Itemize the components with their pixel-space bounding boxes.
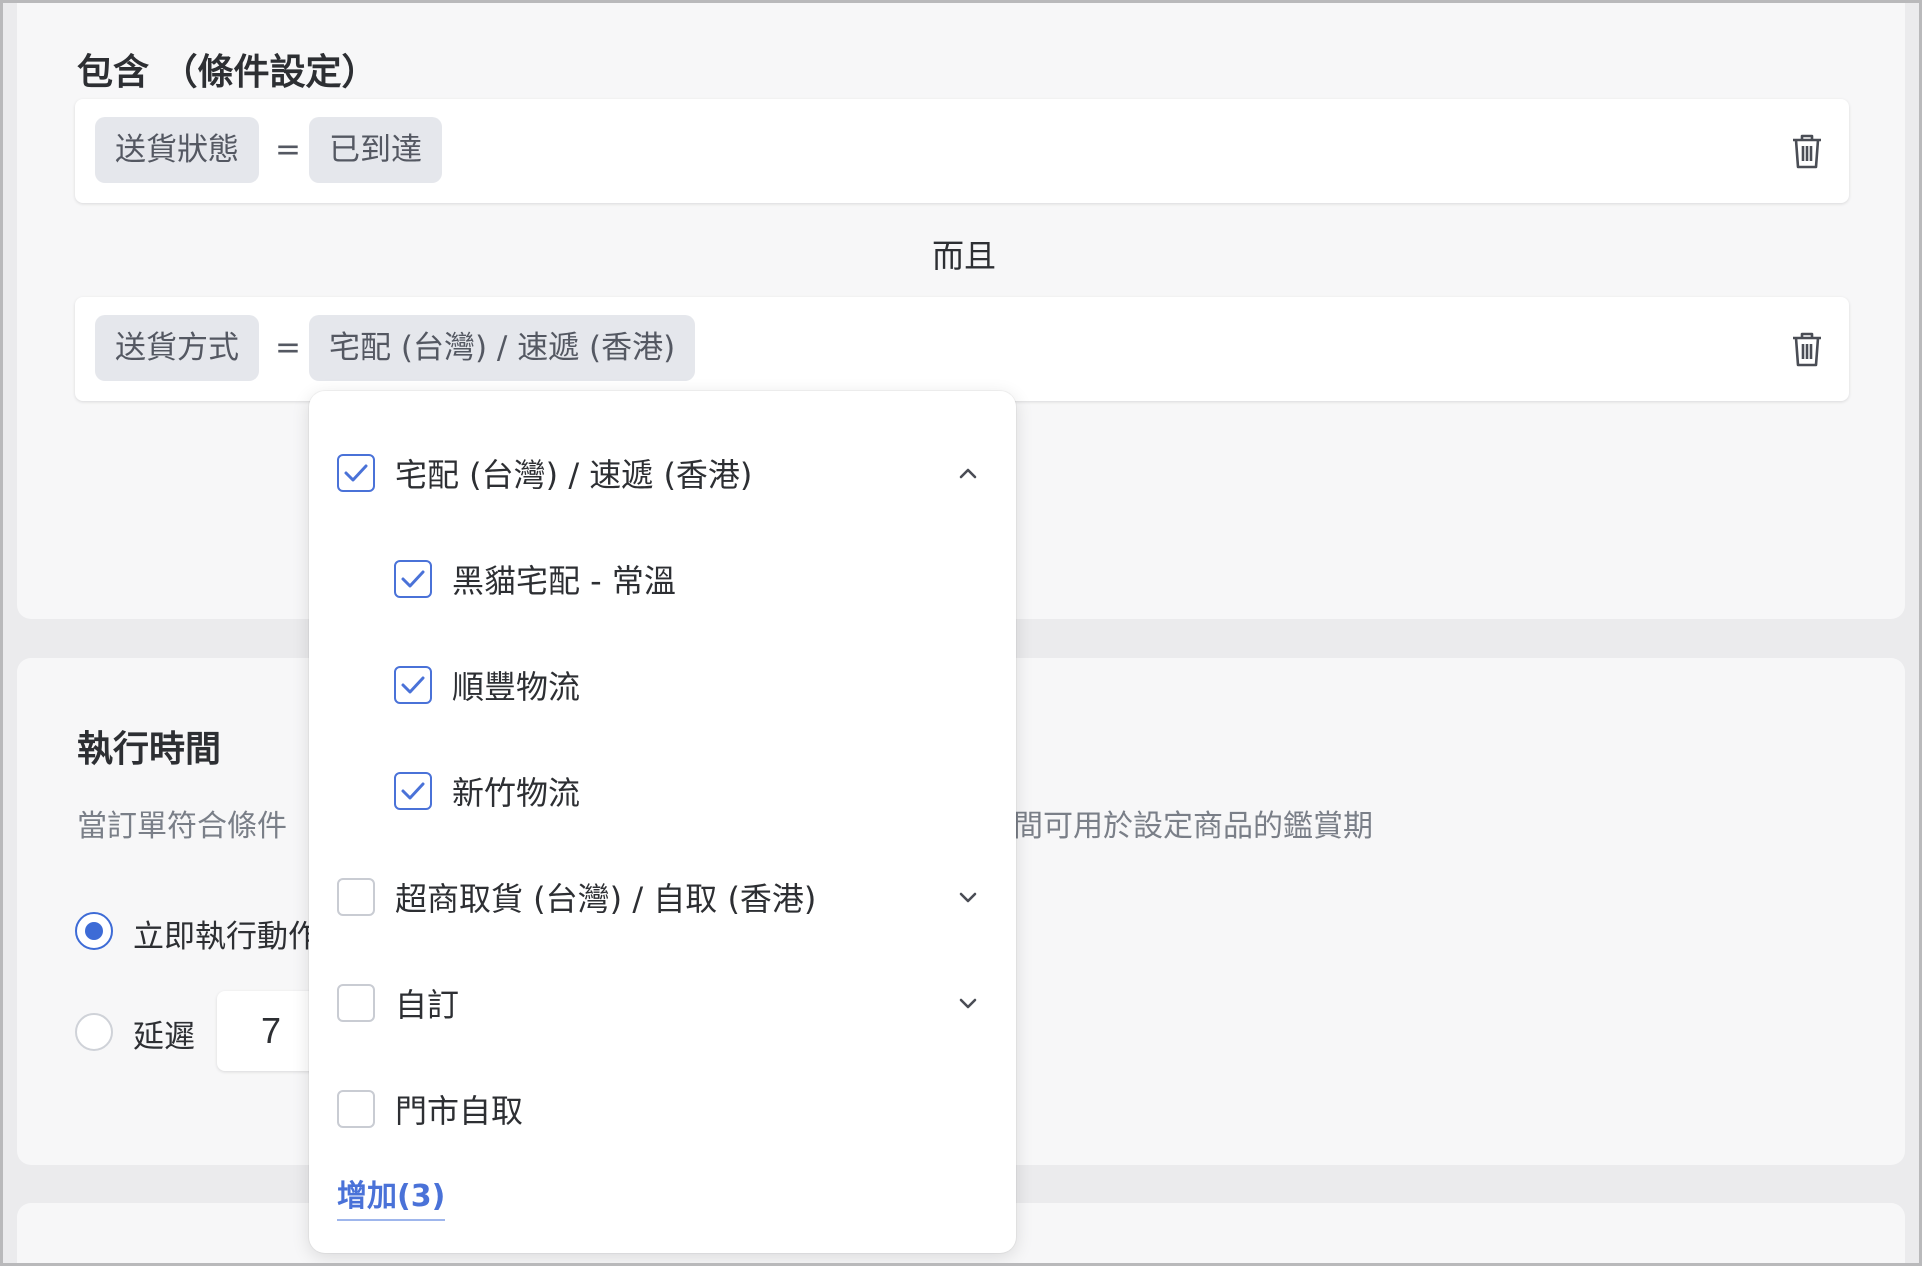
execution-description: 當訂單符合條件 [77, 809, 287, 844]
dropdown-group-custom[interactable]: 自訂 [309, 973, 1016, 1033]
dropdown-group-home-delivery[interactable]: 宅配 (台灣) / 速遞 (香港) [309, 443, 1016, 503]
chevron-up-icon[interactable] [954, 459, 982, 487]
checkbox-checked[interactable] [394, 772, 432, 810]
checkbox-checked[interactable] [337, 454, 375, 492]
checkbox-unchecked[interactable] [337, 878, 375, 916]
trash-icon[interactable] [1787, 329, 1827, 369]
condition-field-tag[interactable]: 送貨狀態 [95, 117, 259, 183]
dropdown-option-label: 順豐物流 [452, 668, 581, 706]
chevron-down-icon[interactable] [954, 883, 982, 911]
condition-row-status: 送貨狀態 = 已到達 [75, 99, 1849, 203]
condition-value-tag[interactable]: 宅配 (台灣) / 速遞 (香港) [309, 315, 696, 381]
dropdown-option-black-cat[interactable]: 黑貓宅配 - 常溫 [309, 549, 1016, 609]
radio-immediate-label: 立即執行動作 [133, 919, 319, 955]
radio-delay[interactable] [75, 1013, 113, 1051]
checkmark-icon [401, 782, 425, 800]
checkmark-icon [401, 676, 425, 694]
dropdown-option-sf-express[interactable]: 順豐物流 [309, 655, 1016, 715]
dropdown-option-label: 宅配 (台灣) / 速遞 (香港) [395, 456, 753, 494]
dropdown-option-label: 自訂 [395, 986, 460, 1024]
execution-section-title: 執行時間 [77, 729, 222, 770]
dropdown-group-convenience-store[interactable]: 超商取貨 (台灣) / 自取 (香港) [309, 867, 1016, 927]
checkbox-checked[interactable] [394, 560, 432, 598]
checkbox-checked[interactable] [394, 666, 432, 704]
trash-icon[interactable] [1787, 131, 1827, 171]
condition-value-tag[interactable]: 已到達 [309, 117, 442, 183]
dropdown-option-label: 黑貓宅配 - 常溫 [452, 562, 676, 600]
condition-operator: = [275, 330, 301, 366]
checkmark-icon [401, 570, 425, 588]
app-frame: 包含 （條件設定） 送貨狀態 = 已到達 而且 送貨方式 = 宅配 (台灣) /… [0, 0, 1922, 1266]
checkmark-icon [344, 464, 368, 482]
checkbox-unchecked[interactable] [337, 1090, 375, 1128]
execution-description-cont: 間可用於設定商品的鑑賞期 [1013, 809, 1373, 844]
condition-row-method: 送貨方式 = 宅配 (台灣) / 速遞 (香港) [75, 297, 1849, 401]
include-section-title: 包含 （條件設定） [77, 52, 378, 93]
shipping-method-dropdown: 宅配 (台灣) / 速遞 (香港) 黑貓宅配 - 常溫 順豐物流 新竹物流 超商… [309, 391, 1016, 1253]
dropdown-option-label: 新竹物流 [452, 774, 581, 812]
radio-immediate[interactable] [75, 912, 113, 950]
condition-field-tag[interactable]: 送貨方式 [95, 315, 259, 381]
checkbox-unchecked[interactable] [337, 984, 375, 1022]
radio-delay-label: 延遲 [133, 1019, 195, 1055]
add-button[interactable]: 增加(3) [337, 1171, 446, 1221]
dropdown-option-label: 門市自取 [395, 1092, 524, 1130]
dropdown-option-label: 超商取貨 (台灣) / 自取 (香港) [395, 880, 817, 918]
condition-connector: 而且 [931, 237, 996, 275]
dropdown-option-hct[interactable]: 新竹物流 [309, 761, 1016, 821]
dropdown-group-store-pickup[interactable]: 門市自取 [309, 1079, 1016, 1139]
condition-operator: = [275, 132, 301, 168]
chevron-down-icon[interactable] [954, 989, 982, 1017]
